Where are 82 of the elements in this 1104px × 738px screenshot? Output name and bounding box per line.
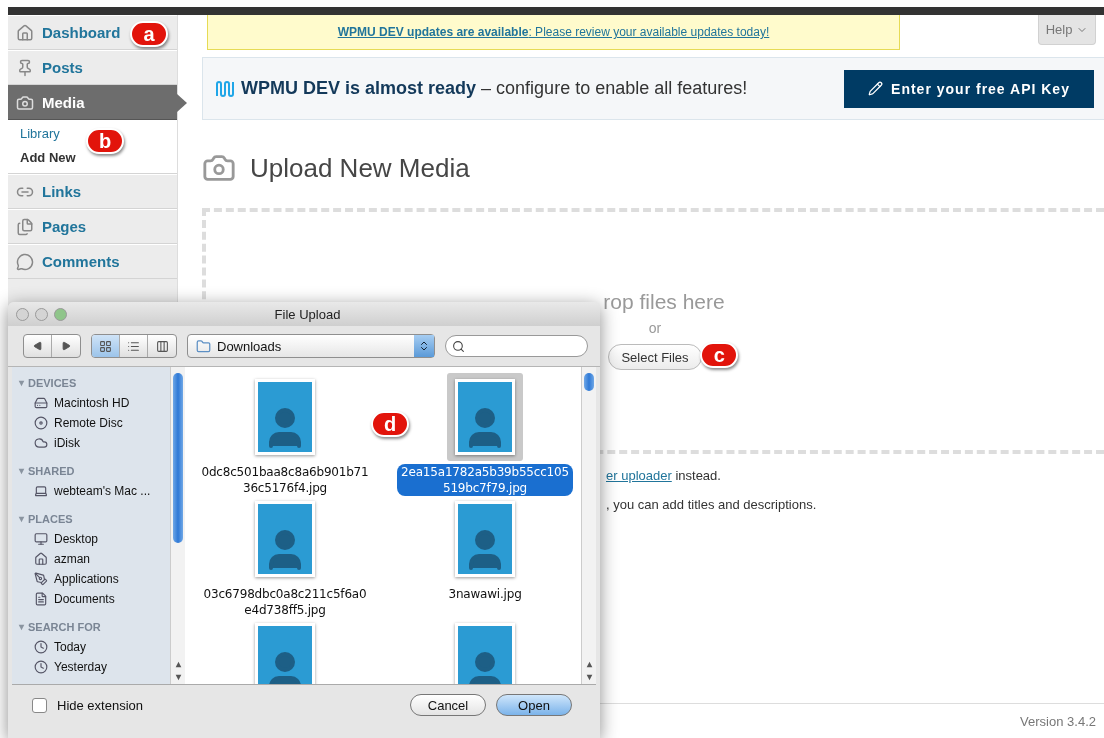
section-header: DEVICES [28, 377, 77, 389]
folder-icon [196, 338, 211, 354]
pin-icon [16, 58, 34, 77]
thumbnail-frame[interactable] [447, 373, 523, 461]
speech-bubble-icon [16, 252, 34, 271]
scroll-up-icon [174, 661, 182, 668]
disclosure-triangle-icon [18, 379, 25, 387]
sidebar-item[interactable]: azman [18, 549, 170, 569]
menu-item[interactable]: Posts [8, 50, 177, 85]
dialog-title: File Upload [273, 306, 342, 322]
location-dropdown[interactable]: Downloads [187, 334, 435, 358]
menu-item[interactable]: Links [8, 174, 177, 209]
section-header: SEARCH FOR [28, 621, 101, 633]
sidebar-item[interactable]: iDisk [18, 433, 170, 453]
scroll-thumb[interactable] [173, 373, 183, 543]
file-name[interactable]: 2ea15a1782a5b39b55cc105519bc7f79.jpg [397, 464, 573, 496]
updown-icon [418, 340, 430, 352]
checkbox-label: Hide extension [57, 697, 143, 713]
help-text: er uploader instead. [606, 468, 722, 483]
submenu-item[interactable]: Add New [20, 150, 76, 165]
logo-icon [215, 79, 235, 98]
house-icon [16, 23, 34, 42]
disc-icon [34, 416, 48, 430]
sidebar-item[interactable]: Desktop [18, 529, 170, 549]
grid-view-icon[interactable] [92, 335, 120, 357]
submenu-item[interactable]: Library [20, 126, 60, 141]
hard-drive-icon [34, 396, 48, 410]
dialog-button[interactable]: Cancel [410, 694, 486, 716]
sidebar-item[interactable]: Documents [18, 589, 170, 609]
clock-icon [34, 660, 48, 674]
search-icon [452, 339, 465, 353]
house-icon [34, 552, 48, 566]
section-header: PLACES [28, 513, 73, 525]
scroll-up-icon [585, 661, 593, 668]
scroll-down-icon [585, 674, 593, 681]
menu-item[interactable]: Dashboard a [8, 15, 177, 50]
back-arrow-icon [32, 341, 43, 351]
help-text: , you can add titles and descriptions. [606, 497, 818, 512]
uploader-link[interactable]: er uploader [606, 468, 672, 483]
pages-icon [16, 217, 34, 236]
file-name[interactable]: 0dc8c501baa8c8a6b901b7136c5176f4.jpg [197, 464, 373, 496]
file-name[interactable]: 3nawawi.jpg [397, 586, 573, 602]
api-key-button[interactable]: Enter your free API Key [844, 69, 1094, 108]
scroll-thumb[interactable] [584, 373, 594, 391]
monitor-icon [34, 532, 48, 546]
clock-icon [34, 640, 48, 654]
pencil-icon [868, 81, 884, 96]
cloud-icon [34, 436, 48, 450]
select-files-button[interactable]: Select Files [608, 344, 702, 370]
annotation-badge: a [130, 21, 168, 47]
document-icon [34, 592, 48, 606]
sidebar-item[interactable]: Macintosh HD [18, 393, 170, 413]
pen-tool-icon [34, 572, 48, 586]
camera-icon [16, 93, 34, 112]
checkbox[interactable] [32, 697, 47, 713]
sidebar-item[interactable]: Remote Disc [18, 413, 170, 433]
sidebar-item[interactable]: Today [18, 637, 170, 657]
disclosure-triangle-icon [18, 467, 25, 475]
section-header: SHARED [28, 465, 75, 477]
version-label: Version 3.4.2 [1020, 713, 1096, 729]
annotation-badge: c [700, 342, 739, 368]
search-field[interactable] [445, 335, 588, 357]
annotation-badge: d [371, 411, 409, 437]
banner-text: WPMU DEV is almost ready – configure to enable all features! [215, 78, 748, 99]
or-label: or [648, 320, 662, 336]
forward-arrow-icon [61, 341, 71, 351]
menu-item[interactable]: Pages [8, 209, 177, 244]
menu-item[interactable]: Comments [8, 244, 177, 279]
disclosure-triangle-icon [18, 623, 25, 631]
dialog-button[interactable]: Open [496, 694, 572, 716]
notice-link[interactable]: WPMU DEV updates are available: Please review your available updates today! [337, 25, 770, 39]
annotation-badge: b [86, 128, 124, 154]
file-name[interactable]: 03c6798dbc0a8c211c5f6a0e4d738ff5.jpg [197, 586, 373, 618]
sidebar-item[interactable]: webteam's Mac ... [18, 481, 170, 501]
page-title: Upload New Media [250, 152, 470, 184]
laptop-icon [34, 484, 48, 498]
sidebar-item[interactable]: Applications [18, 569, 170, 589]
sidebar-item[interactable]: Yesterday [18, 657, 170, 677]
help-tab[interactable]: Help [1038, 15, 1096, 45]
scroll-down-icon [174, 674, 182, 681]
disclosure-triangle-icon [18, 515, 25, 523]
drop-heading: rop files here [602, 290, 725, 314]
